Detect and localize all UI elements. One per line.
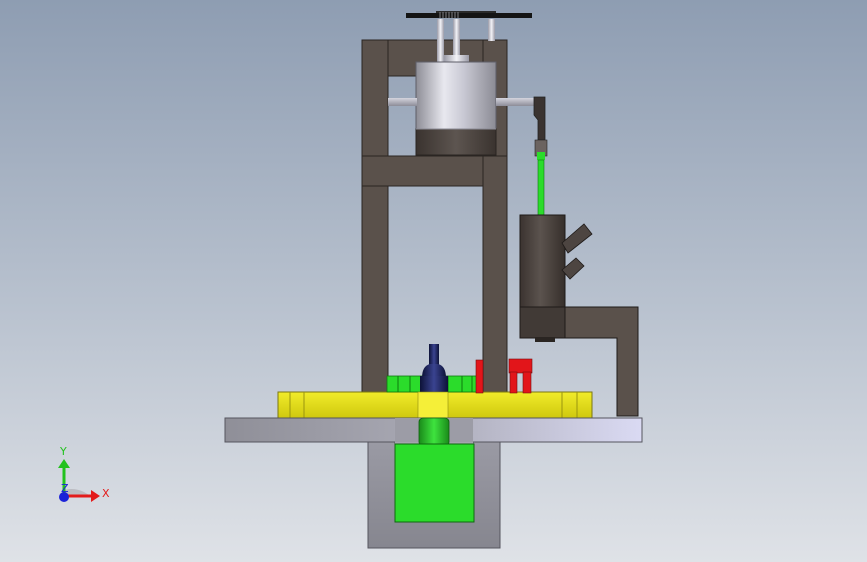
side-arm[interactable]	[533, 96, 548, 217]
side-cylinder[interactable]	[519, 214, 593, 308]
coordinate-triad: Y X Z	[58, 445, 110, 502]
x-axis-label: X	[102, 487, 110, 500]
main-cylinder[interactable]	[415, 55, 497, 156]
y-axis-label: Y	[59, 445, 67, 458]
shaft-coupling[interactable]	[418, 417, 450, 447]
cad-viewport[interactable]: Y X Z	[0, 0, 867, 562]
drive-shaft[interactable]	[417, 391, 449, 419]
z-axis-label: Z	[61, 482, 69, 495]
x-arrowhead	[91, 490, 100, 502]
top-gear[interactable]	[406, 11, 532, 18]
motor-block[interactable]	[394, 443, 475, 523]
y-arrowhead	[58, 459, 70, 468]
bottle-workpiece[interactable]	[420, 344, 448, 392]
